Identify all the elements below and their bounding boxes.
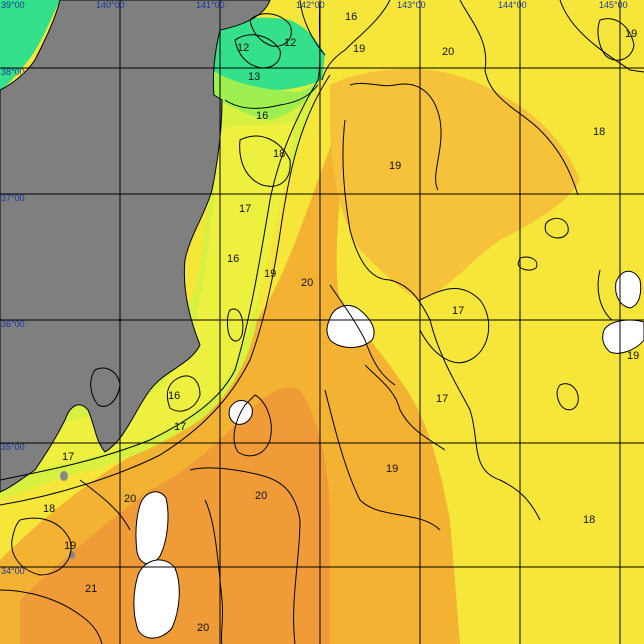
isotherm-label: 20 xyxy=(255,490,267,502)
isotherm-label: 16 xyxy=(227,253,239,265)
isotherm-label: 18 xyxy=(583,514,595,526)
longitude-label: 140°00 xyxy=(96,0,125,10)
isotherm-label: 17 xyxy=(436,393,448,405)
cloud-mask xyxy=(60,471,68,481)
cloud-mask xyxy=(133,559,180,639)
isotherm-label: 16 xyxy=(345,11,357,23)
longitude-label: 145°00 xyxy=(599,0,628,10)
isotherm-label: 18 xyxy=(273,148,285,160)
isotherm-label: 19 xyxy=(353,43,365,55)
top-left-coordinate-label: 39°00 xyxy=(1,0,25,10)
isotherm-label: 19 xyxy=(64,540,76,552)
isotherm-label: 19 xyxy=(627,350,639,362)
isotherm-label: 20 xyxy=(442,46,454,58)
latitude-label: 36°00 xyxy=(1,319,25,329)
isotherm-label: 20 xyxy=(124,493,136,505)
longitude-label: 141°00 xyxy=(196,0,225,10)
longitude-label: 142°00 xyxy=(296,0,325,10)
sea-surface-temperature-map: 39°00 140°00 141°00 142°00 143°00 144°00… xyxy=(0,0,644,644)
isotherm-label: 17 xyxy=(62,451,74,463)
latitude-label: 38°00 xyxy=(1,67,25,77)
latitude-label: 35°00 xyxy=(1,442,25,452)
isotherm-label: 12 xyxy=(237,42,249,54)
isotherm-label: 18 xyxy=(593,126,605,138)
isotherm-label: 20 xyxy=(301,277,313,289)
isotherm-label: 21 xyxy=(85,583,97,595)
isotherm-label: 19 xyxy=(625,28,637,40)
isotherm-label: 18 xyxy=(43,503,55,515)
isotherm-label: 20 xyxy=(197,622,209,634)
isotherm-label: 16 xyxy=(168,390,180,402)
isotherm-label: 19 xyxy=(386,463,398,475)
isotherm-label: 17 xyxy=(452,305,464,317)
isotherm-label: 16 xyxy=(256,110,268,122)
isotherm-label: 13 xyxy=(248,71,260,83)
latitude-label: 34°00 xyxy=(1,566,25,576)
isotherm-label: 19 xyxy=(389,160,401,172)
latitude-label: 37°00 xyxy=(1,193,25,203)
longitude-label: 144°00 xyxy=(498,0,527,10)
isotherm-label: 12 xyxy=(284,37,296,49)
isotherm-label: 17 xyxy=(174,421,186,433)
isotherm-label: 19 xyxy=(264,268,276,280)
isotherm-label: 17 xyxy=(239,203,251,215)
longitude-label: 143°00 xyxy=(397,0,426,10)
